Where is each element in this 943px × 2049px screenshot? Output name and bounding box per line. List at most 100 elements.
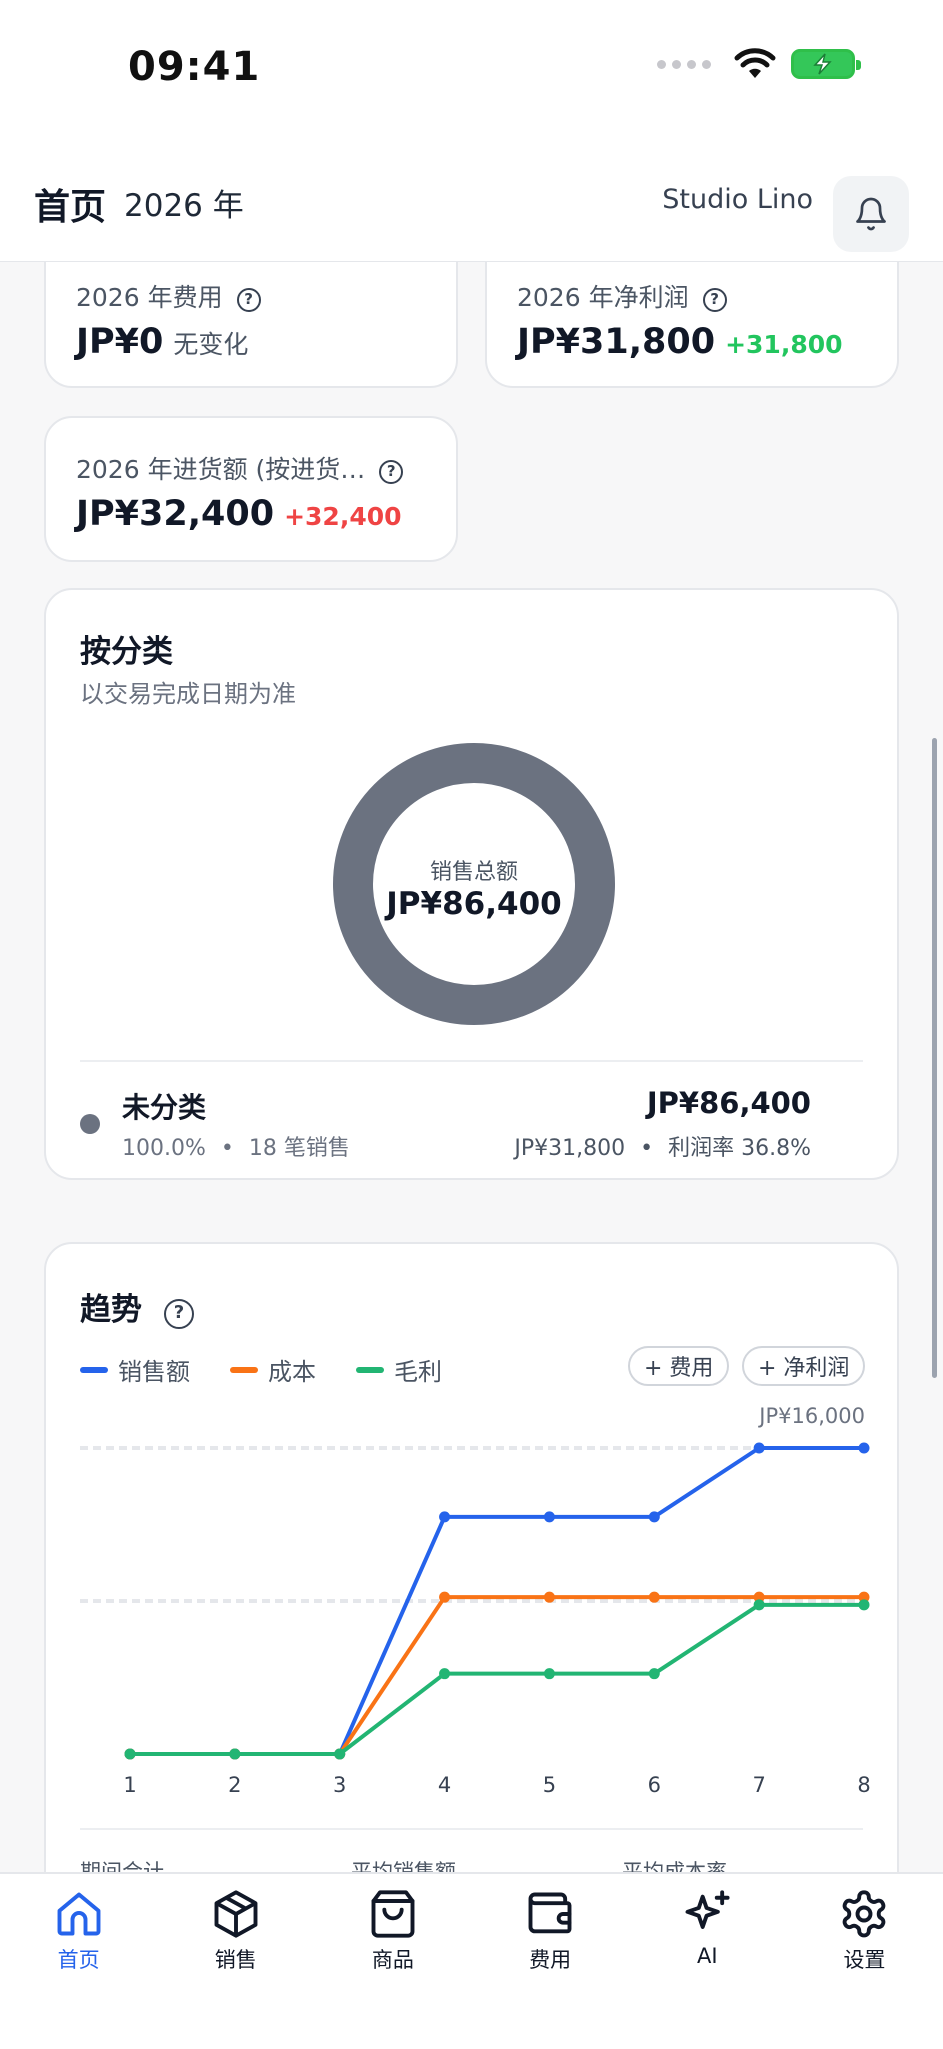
stat-value: JP¥32,400: [76, 494, 275, 534]
data-point-2-7: [858, 1599, 870, 1611]
tab-products[interactable]: 商品: [314, 1874, 471, 2049]
gear-icon: [843, 1890, 886, 1938]
divider: [80, 1060, 863, 1062]
stat-label: 2026 年进货额 (按进货…: [76, 455, 366, 484]
battery-icon: [791, 49, 861, 79]
page-title: 首页: [34, 187, 107, 228]
category-profit: JP¥31,800: [514, 1136, 626, 1161]
x-tick-label: 6: [648, 1773, 661, 1797]
data-point-2-5: [648, 1668, 660, 1680]
stat-card-net-profit[interactable]: 2026 年净利润? JP¥31,800 +31,800: [485, 262, 899, 388]
chart-legend: 销售额 成本 毛利: [80, 1352, 442, 1387]
help-icon[interactable]: ?: [164, 1299, 194, 1329]
dashboard-scroll[interactable]: 2026 年费用? JP¥0 无变化 2026 年净利润? JP¥31,800 +3…: [0, 262, 943, 1872]
data-point-2-0: [124, 1748, 136, 1760]
tab-settings[interactable]: 设置: [786, 1874, 943, 2049]
x-tick-label: 4: [438, 1773, 451, 1797]
stat-delta: +32,400: [284, 502, 402, 531]
section-title: 按分类: [80, 634, 173, 670]
category-amount: JP¥86,400: [646, 1086, 811, 1120]
sparkles-icon: [685, 1890, 730, 1929]
notifications-button[interactable]: [833, 176, 909, 252]
tab-label: 销售: [214, 1948, 257, 1972]
data-point-1-5: [648, 1591, 660, 1603]
legend-item-cost[interactable]: 成本: [230, 1352, 316, 1387]
donut-center-label: 销售总额: [429, 860, 518, 885]
x-tick-label: 1: [123, 1773, 136, 1797]
x-tick-label: 8: [857, 1773, 870, 1797]
tab-label: 首页: [57, 1948, 100, 1972]
tab-label: AI: [696, 1944, 718, 1968]
legend-item-gross-profit[interactable]: 毛利: [356, 1352, 442, 1387]
store-name[interactable]: Studio Lino: [662, 184, 813, 215]
category-card: 按分类 以交易完成日期为准 销售总额 JP¥86,400 未分类 100.0% …: [44, 588, 899, 1180]
category-count: 18 笔销售: [248, 1136, 350, 1161]
wifi-icon: [734, 48, 776, 78]
data-point-2-4: [543, 1668, 555, 1680]
bell-icon: [856, 197, 886, 231]
tab-home[interactable]: 首页: [0, 1874, 157, 2049]
app-header: 首页 2026 年 Studio Lino: [0, 140, 943, 262]
stat-card-expenses[interactable]: 2026 年费用? JP¥0 无变化: [44, 262, 458, 388]
data-point-2-3: [439, 1668, 451, 1680]
data-point-0-4: [543, 1511, 555, 1523]
stat-label: 2026 年费用: [76, 283, 223, 312]
cellular-signal-icon: [657, 59, 711, 69]
stat-card-purchases[interactable]: 2026 年进货额 (按进货…? JP¥32,400 +32,400: [44, 416, 458, 562]
stat-label: 2026 年净利润: [517, 283, 689, 312]
data-point-1-4: [543, 1591, 555, 1603]
tab-label: 费用: [529, 1948, 572, 1972]
add-expenses-chip[interactable]: + 费用: [628, 1346, 730, 1386]
trend-card: 趋势? 销售额 成本 毛利 + 费用 + 净利润 JP¥16,000 12345…: [44, 1242, 899, 1872]
x-tick-label: 7: [752, 1773, 765, 1797]
series-line-2: [128, 1602, 866, 1756]
data-point-2-6: [753, 1599, 765, 1611]
status-time: 09:41: [128, 44, 261, 90]
x-tick-label: 2: [228, 1773, 241, 1797]
help-icon[interactable]: ?: [379, 460, 404, 484]
tab-expenses[interactable]: 费用: [472, 1874, 629, 2049]
shopping-bag-icon: [371, 1890, 415, 1938]
legend-item-sales[interactable]: 销售额: [80, 1352, 190, 1387]
tab-label: 设置: [843, 1948, 886, 1972]
x-tick-label: 5: [543, 1773, 556, 1797]
scrollbar-thumb[interactable]: [932, 738, 937, 1378]
section-title: 趋势: [80, 1292, 142, 1328]
status-icons: [657, 48, 861, 80]
summary-avg-sales-label: 平均销售额: [351, 1860, 456, 1872]
help-icon[interactable]: ?: [236, 288, 261, 312]
summary-avg-cost-rate-label: 平均成本率: [622, 1860, 727, 1872]
summary-total-label: 期间合计: [80, 1860, 164, 1872]
data-point-0-5: [648, 1511, 660, 1523]
help-icon[interactable]: ?: [702, 288, 727, 312]
donut-center-value: JP¥86,400: [386, 886, 562, 922]
category-row-uncategorized[interactable]: 未分类 100.0% • 18 笔销售 JP¥86,400 JP¥31,800 …: [80, 1086, 811, 1161]
stat-value: JP¥31,800: [517, 322, 716, 362]
bottom-tab-bar: 首页 销售 商品 费用 AI 设置: [0, 1872, 943, 2049]
data-point-1-3: [439, 1591, 451, 1603]
stat-delta: +31,800: [725, 330, 843, 359]
tab-label: 商品: [371, 1948, 414, 1972]
wallet-icon: [528, 1892, 572, 1934]
data-point-0-3: [439, 1511, 451, 1523]
trend-line-chart[interactable]: 1 2 3 4 5 6 7 8: [46, 1424, 901, 1804]
data-point-0-7: [858, 1442, 870, 1454]
category-name: 未分类: [122, 1091, 207, 1124]
separator: •: [640, 1136, 654, 1161]
data-point-2-2: [334, 1748, 346, 1760]
data-point-2-1: [229, 1748, 241, 1760]
separator: •: [220, 1136, 234, 1161]
add-net-profit-chip[interactable]: + 净利润: [742, 1346, 866, 1386]
category-margin: 利润率 36.8%: [668, 1136, 811, 1161]
category-dot: [80, 1114, 100, 1134]
x-tick-label: 3: [333, 1773, 346, 1797]
tab-ai[interactable]: AI: [629, 1874, 786, 2049]
divider: [80, 1828, 863, 1830]
status-bar: 09:41: [0, 0, 943, 140]
year-selector[interactable]: 2026 年: [124, 180, 244, 225]
package-icon: [214, 1890, 258, 1938]
tab-sales[interactable]: 销售: [157, 1874, 314, 2049]
stat-value: JP¥0: [76, 322, 164, 362]
data-point-0-6: [753, 1442, 765, 1454]
stat-delta: 无变化: [173, 330, 249, 359]
